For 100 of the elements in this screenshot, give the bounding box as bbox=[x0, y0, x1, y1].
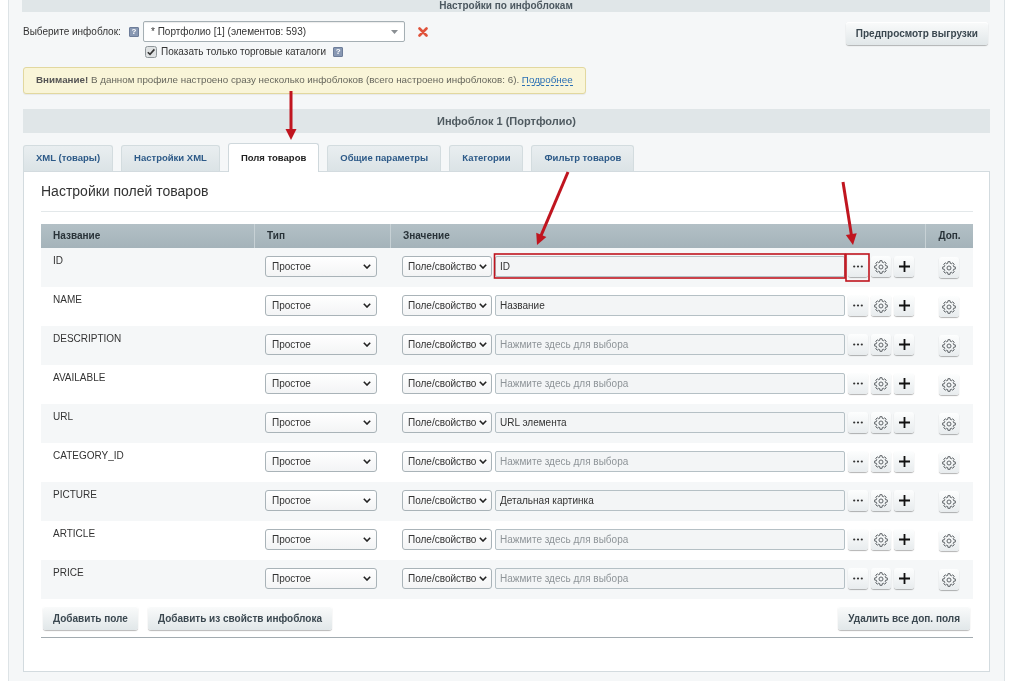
type-select[interactable]: Простое bbox=[265, 412, 377, 433]
more-icon bbox=[853, 265, 863, 268]
plus-icon bbox=[898, 300, 910, 311]
type-select[interactable]: Простое bbox=[265, 373, 377, 394]
more-button[interactable] bbox=[848, 412, 868, 433]
more-button[interactable] bbox=[848, 295, 868, 316]
delete-fields-button[interactable]: Удалить все доп. поля bbox=[838, 606, 970, 630]
tab[interactable]: Категории bbox=[449, 145, 524, 171]
tab[interactable]: Общие параметры bbox=[327, 145, 442, 171]
preview-button[interactable]: Предпросмотр выгрузки bbox=[845, 22, 988, 45]
type-select[interactable]: Простое bbox=[265, 490, 377, 511]
settings-button[interactable] bbox=[871, 373, 891, 394]
source-select[interactable]: Поле/свойство bbox=[402, 334, 492, 355]
more-button[interactable] bbox=[848, 568, 868, 589]
value-field[interactable]: Нажмите здесь для выбора bbox=[495, 568, 845, 589]
chevron-icon bbox=[479, 576, 487, 581]
more-icon bbox=[853, 538, 863, 541]
chevron-icon bbox=[363, 537, 371, 542]
type-select[interactable]: Простое bbox=[265, 295, 377, 316]
gear-icon bbox=[874, 376, 888, 391]
source-select[interactable]: Поле/свойство bbox=[402, 412, 492, 433]
value-field[interactable]: Нажмите здесь для выбора bbox=[495, 334, 845, 355]
value-field[interactable]: ID bbox=[495, 256, 845, 277]
cross-icon[interactable] bbox=[418, 26, 428, 37]
checkbox-label: Показать только торговые каталоги bbox=[161, 45, 327, 58]
settings-button[interactable] bbox=[939, 452, 959, 473]
settings-button[interactable] bbox=[871, 451, 891, 472]
tab[interactable]: XML (товары) bbox=[23, 145, 114, 171]
source-select[interactable]: Поле/свойство bbox=[402, 451, 492, 472]
add-button[interactable] bbox=[894, 256, 914, 277]
add-button[interactable] bbox=[894, 373, 914, 394]
source-select[interactable]: Поле/свойство bbox=[402, 373, 492, 394]
plus-icon bbox=[898, 495, 910, 506]
value-field[interactable]: Нажмите здесь для выбора bbox=[495, 529, 845, 550]
add-button[interactable] bbox=[894, 490, 914, 511]
more-button[interactable] bbox=[848, 334, 868, 355]
chevron-icon bbox=[363, 420, 371, 425]
more-button[interactable] bbox=[848, 490, 868, 511]
source-select[interactable]: Поле/свойство bbox=[402, 295, 492, 316]
chevron-icon bbox=[363, 342, 371, 347]
add-field-button[interactable]: Добавить поле bbox=[43, 606, 138, 630]
more-button[interactable] bbox=[848, 373, 868, 394]
tab[interactable]: Фильтр товаров bbox=[531, 145, 635, 171]
add-button[interactable] bbox=[894, 334, 914, 355]
add-from-properties-button[interactable]: Добавить из свойств инфоблока bbox=[147, 606, 332, 630]
type-select[interactable]: Простое bbox=[265, 451, 377, 472]
value-field[interactable]: Детальная картинка bbox=[495, 490, 845, 511]
chevron-icon bbox=[479, 498, 487, 503]
settings-button[interactable] bbox=[939, 257, 959, 278]
value-field[interactable]: Нажмите здесь для выбора bbox=[495, 373, 845, 394]
settings-button[interactable] bbox=[939, 569, 959, 590]
source-select[interactable]: Поле/свойство bbox=[402, 256, 492, 277]
source-select[interactable]: Поле/свойство bbox=[402, 490, 492, 511]
settings-button[interactable] bbox=[871, 334, 891, 355]
settings-button[interactable] bbox=[939, 530, 959, 551]
add-button[interactable] bbox=[894, 529, 914, 550]
field-label: Выберите инфоблок: bbox=[23, 25, 121, 38]
chevron-icon bbox=[363, 498, 371, 503]
settings-button[interactable] bbox=[871, 412, 891, 433]
settings-button[interactable] bbox=[871, 568, 891, 589]
settings-button[interactable] bbox=[939, 491, 959, 512]
chevron-icon bbox=[363, 303, 371, 308]
gear-icon bbox=[942, 299, 956, 314]
settings-button[interactable] bbox=[939, 335, 959, 356]
tab[interactable]: Настройки XML bbox=[121, 145, 220, 171]
settings-button[interactable] bbox=[871, 295, 891, 316]
more-button[interactable] bbox=[848, 256, 868, 277]
type-select[interactable]: Простое bbox=[265, 568, 377, 589]
value-field[interactable]: URL элемента bbox=[495, 412, 845, 433]
checkbox[interactable] bbox=[145, 45, 157, 58]
infoblock-select[interactable]: * Портфолио [1] (элементов: 593) bbox=[143, 21, 405, 42]
settings-button[interactable] bbox=[871, 256, 891, 277]
source-select[interactable]: Поле/свойство bbox=[402, 568, 492, 589]
chevron-icon bbox=[479, 342, 487, 347]
gear-icon bbox=[942, 338, 956, 353]
gear-icon bbox=[942, 533, 956, 548]
more-button[interactable] bbox=[848, 529, 868, 550]
add-button[interactable] bbox=[894, 295, 914, 316]
settings-button[interactable] bbox=[871, 529, 891, 550]
more-button[interactable] bbox=[848, 451, 868, 472]
tab[interactable]: Поля товаров bbox=[227, 143, 320, 172]
type-select[interactable]: Простое bbox=[265, 334, 377, 355]
more-link[interactable]: Подробнее bbox=[521, 74, 573, 87]
settings-button[interactable] bbox=[939, 413, 959, 434]
add-button[interactable] bbox=[894, 412, 914, 433]
chevron-icon bbox=[479, 420, 487, 425]
source-select[interactable]: Поле/свойство bbox=[402, 529, 492, 550]
table-cell-text: URL bbox=[52, 410, 74, 424]
value-field[interactable]: Название bbox=[495, 295, 845, 316]
settings-button[interactable] bbox=[871, 490, 891, 511]
value-field[interactable]: Нажмите здесь для выбора bbox=[495, 451, 845, 472]
table-cell-text: CATEGORY_ID bbox=[52, 449, 125, 463]
type-select[interactable]: Простое bbox=[265, 529, 377, 550]
more-icon bbox=[853, 460, 863, 463]
add-button[interactable] bbox=[894, 451, 914, 472]
add-button[interactable] bbox=[894, 568, 914, 589]
type-select[interactable]: Простое bbox=[265, 256, 377, 277]
settings-button[interactable] bbox=[939, 296, 959, 317]
settings-button[interactable] bbox=[939, 374, 959, 395]
chevron-icon bbox=[479, 303, 487, 308]
